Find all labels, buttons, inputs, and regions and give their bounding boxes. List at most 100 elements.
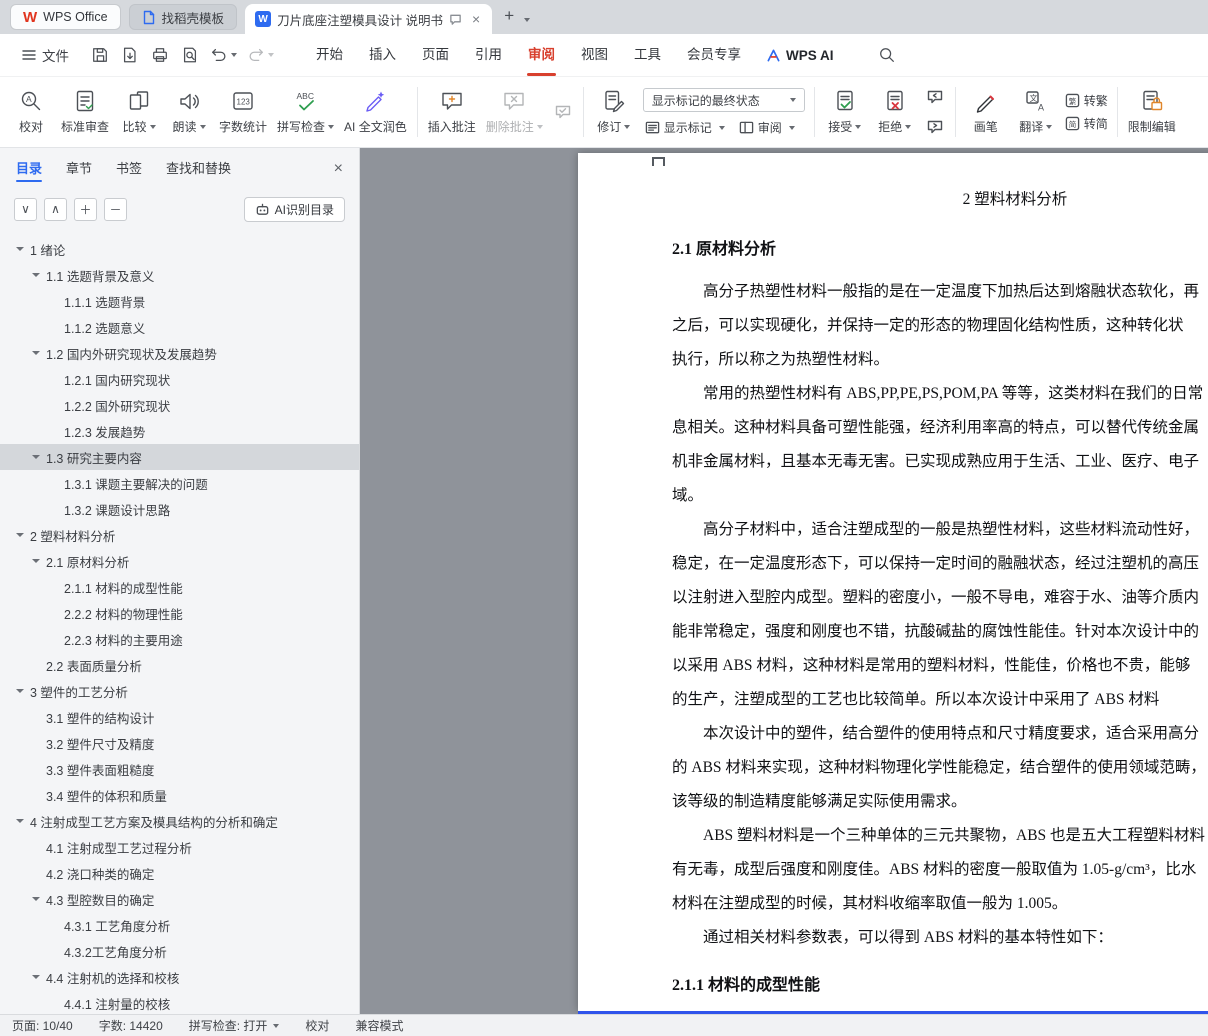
toc-item[interactable]: 3.4 塑件的体积和质量 bbox=[0, 782, 359, 808]
toc-item[interactable]: 2.1 原材料分析 bbox=[0, 548, 359, 574]
sidebar-tab-查找和替换[interactable]: 查找和替换 bbox=[166, 148, 231, 190]
tab-close-icon[interactable]: × bbox=[470, 11, 482, 27]
tab-list-chevron-icon[interactable] bbox=[524, 18, 531, 22]
print-button[interactable] bbox=[147, 42, 173, 68]
toc-item[interactable]: 1.3.1 课题主要解决的问题 bbox=[0, 470, 359, 496]
toc-item[interactable]: 2.2.2 材料的物理性能 bbox=[0, 600, 359, 626]
export-pdf-button[interactable] bbox=[117, 42, 143, 68]
toc-item[interactable]: 4.3.2工艺角度分析 bbox=[0, 938, 359, 964]
ai-recognize-toc-button[interactable]: AI识别目录 bbox=[243, 196, 345, 222]
toc-item[interactable]: 2.1.1 材料的成型性能 bbox=[0, 574, 359, 600]
undo-button[interactable] bbox=[207, 42, 240, 68]
translate-button[interactable]: 文A 翻译 bbox=[1011, 81, 1061, 143]
toc-expand-triangle-icon[interactable] bbox=[16, 819, 24, 823]
menu-tab-审阅[interactable]: 审阅 bbox=[515, 34, 568, 76]
toc-expand-triangle-icon[interactable] bbox=[32, 559, 40, 563]
word-count-button[interactable]: 123 字数统计 bbox=[214, 81, 272, 143]
previous-revision-button[interactable] bbox=[922, 84, 948, 110]
page-indicator[interactable]: 页面: 10/40 bbox=[12, 1017, 73, 1034]
menu-tab-页面[interactable]: 页面 bbox=[409, 34, 462, 76]
spellcheck-indicator[interactable]: 拼写检查: 打开 bbox=[189, 1017, 280, 1034]
toc-expand-triangle-icon[interactable] bbox=[32, 351, 40, 355]
resolve-comment-button[interactable] bbox=[550, 99, 576, 125]
to-traditional-button[interactable]: 繁 转繁 bbox=[1065, 92, 1108, 109]
toc-item[interactable]: 4.3.1 工艺角度分析 bbox=[0, 912, 359, 938]
toc-item[interactable]: 3 塑件的工艺分析 bbox=[0, 678, 359, 704]
track-changes-button[interactable]: 修订 bbox=[589, 81, 639, 143]
toc-item[interactable]: 2.2.3 材料的主要用途 bbox=[0, 626, 359, 652]
menu-tab-插入[interactable]: 插入 bbox=[356, 34, 409, 76]
toc-item[interactable]: 4 注射成型工艺方案及模具结构的分析和确定 bbox=[0, 808, 359, 834]
toc-expand-triangle-icon[interactable] bbox=[16, 533, 24, 537]
file-menu-button[interactable]: 文件 bbox=[12, 40, 79, 70]
toc-item[interactable]: 4.4.1 注射量的校核 bbox=[0, 990, 359, 1014]
read-aloud-button[interactable]: 朗读 bbox=[164, 81, 214, 143]
undo-chevron-icon[interactable] bbox=[231, 53, 237, 57]
print-preview-button[interactable] bbox=[177, 42, 203, 68]
redo-button[interactable] bbox=[244, 42, 277, 68]
toc-expand-triangle-icon[interactable] bbox=[32, 273, 40, 277]
save-button[interactable] bbox=[87, 42, 113, 68]
toc-item[interactable]: 1.3 研究主要内容 bbox=[0, 444, 359, 470]
menu-tab-开始[interactable]: 开始 bbox=[303, 34, 356, 76]
menu-tab-视图[interactable]: 视图 bbox=[568, 34, 621, 76]
sidebar-tab-章节[interactable]: 章节 bbox=[66, 148, 92, 190]
menu-tab-引用[interactable]: 引用 bbox=[462, 34, 515, 76]
zoom-in-button[interactable]: ＋ bbox=[74, 197, 97, 221]
spell-check-button[interactable]: ABC 拼写检查 bbox=[272, 81, 339, 143]
review-pane-button[interactable]: 审阅 bbox=[739, 119, 795, 136]
markup-state-combobox[interactable]: 显示标记的最终状态 bbox=[642, 88, 805, 112]
show-markup-button[interactable]: 显示标记 bbox=[645, 119, 725, 136]
document-page[interactable]: 2 塑料材料分析 2.1 原材料分析 高分子热塑性材料一般指的是在一定温度下加热后达… bbox=[578, 153, 1208, 1011]
restrict-editing-button[interactable]: 限制编辑 bbox=[1123, 81, 1181, 143]
toc-item[interactable]: 1.1 选题背景及意义 bbox=[0, 262, 359, 288]
toc-item[interactable]: 2 塑料材料分析 bbox=[0, 522, 359, 548]
wps-office-button[interactable]: W WPS Office bbox=[10, 4, 121, 30]
toc-item[interactable]: 4.4 注射机的选择和校核 bbox=[0, 964, 359, 990]
toc-item[interactable]: 3.1 塑件的结构设计 bbox=[0, 704, 359, 730]
toc-expand-triangle-icon[interactable] bbox=[16, 247, 24, 251]
toc-item[interactable]: 1.2.3 发展趋势 bbox=[0, 418, 359, 444]
toc-item[interactable]: 1.2.2 国外研究现状 bbox=[0, 392, 359, 418]
collapse-all-button[interactable]: ∨ bbox=[14, 197, 37, 221]
tab-current-document[interactable]: W 刀片底座注塑模具设计 说明书 × bbox=[245, 4, 493, 34]
proofread-status[interactable]: 校对 bbox=[305, 1017, 329, 1034]
toc-item[interactable]: 1.1.1 选题背景 bbox=[0, 288, 359, 314]
search-icon[interactable] bbox=[874, 42, 900, 68]
toc-item[interactable]: 4.2 浇口种类的确定 bbox=[0, 860, 359, 886]
reject-revision-button[interactable]: 拒绝 bbox=[870, 81, 920, 143]
redo-chevron-icon[interactable] bbox=[268, 53, 274, 57]
toc-item[interactable]: 3.2 塑件尺寸及精度 bbox=[0, 730, 359, 756]
toc-item[interactable]: 1.1.2 选题意义 bbox=[0, 314, 359, 340]
proofread-button[interactable]: A 校对 bbox=[6, 81, 56, 143]
toc-expand-triangle-icon[interactable] bbox=[16, 689, 24, 693]
toc-expand-triangle-icon[interactable] bbox=[32, 975, 40, 979]
toc-item[interactable]: 3.3 塑件表面粗糙度 bbox=[0, 756, 359, 782]
wps-ai-button[interactable]: WPS AI bbox=[754, 48, 846, 63]
insert-comment-button[interactable]: 插入批注 bbox=[423, 81, 481, 143]
menu-tab-工具[interactable]: 工具 bbox=[621, 34, 674, 76]
ink-pen-button[interactable]: 画笔 bbox=[961, 81, 1011, 143]
zoom-out-button[interactable]: － bbox=[104, 197, 127, 221]
toc-expand-triangle-icon[interactable] bbox=[32, 897, 40, 901]
toc-item[interactable]: 4.3 型腔数目的确定 bbox=[0, 886, 359, 912]
toc-item[interactable]: 1.2 国内外研究现状及发展趋势 bbox=[0, 340, 359, 366]
document-view[interactable]: 2 塑料材料分析 2.1 原材料分析 高分子热塑性材料一般指的是在一定温度下加热后达… bbox=[360, 148, 1208, 1014]
toc-item[interactable]: 1.3.2 课题设计思路 bbox=[0, 496, 359, 522]
menu-tab-会员专享[interactable]: 会员专享 bbox=[674, 34, 754, 76]
standard-review-button[interactable]: 标准审查 bbox=[56, 81, 114, 143]
ai-polish-button[interactable]: AI 全文润色 bbox=[339, 81, 412, 143]
expand-all-button[interactable]: ∧ bbox=[44, 197, 67, 221]
sidebar-tab-目录[interactable]: 目录 bbox=[16, 148, 43, 190]
new-tab-button[interactable]: + bbox=[504, 6, 514, 26]
tab-template-store[interactable]: 找稻壳模板 bbox=[128, 4, 238, 30]
next-revision-button[interactable] bbox=[922, 114, 948, 140]
toc-item[interactable]: 1 绪论 bbox=[0, 236, 359, 262]
close-pane-icon[interactable]: × bbox=[334, 148, 343, 190]
toc-expand-triangle-icon[interactable] bbox=[32, 455, 40, 459]
toc-item[interactable]: 4.1 注射成型工艺过程分析 bbox=[0, 834, 359, 860]
toc-item[interactable]: 2.2 表面质量分析 bbox=[0, 652, 359, 678]
page-gap-marker-icon[interactable] bbox=[652, 157, 665, 166]
toc-item[interactable]: 1.2.1 国内研究现状 bbox=[0, 366, 359, 392]
accept-revision-button[interactable]: 接受 bbox=[820, 81, 870, 143]
